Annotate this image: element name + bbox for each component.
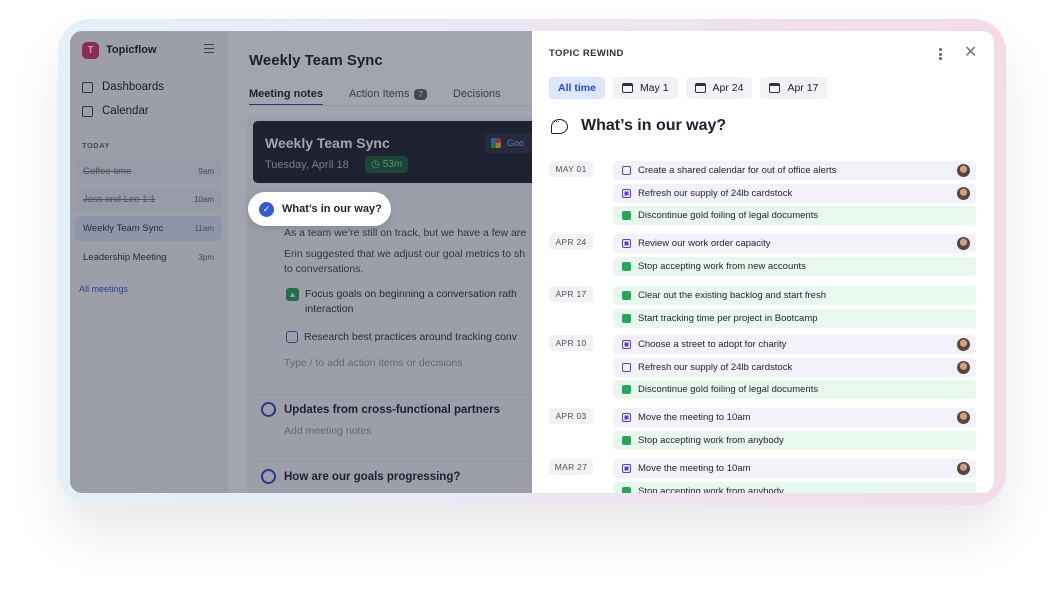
rewind-item-text: Refresh our supply of 24lb cardstock — [638, 361, 793, 373]
thumbs-up-icon — [622, 261, 631, 271]
filter-apr-24[interactable]: Apr 24 — [685, 77, 753, 99]
close-icon[interactable]: ✕ — [964, 45, 977, 61]
action-checkbox-icon[interactable] — [622, 362, 631, 372]
action-checkbox-icon[interactable] — [622, 464, 631, 473]
avatar — [957, 186, 970, 200]
modal-overlay[interactable] — [70, 31, 532, 493]
rewind-action-item[interactable]: Refresh our supply of 24lb cardstock — [613, 357, 976, 377]
rewind-item-text: Refresh our supply of 24lb cardstock — [638, 187, 793, 199]
rewind-action-item[interactable]: Move the meeting to 10am — [613, 408, 976, 427]
check-icon: ✓ — [259, 201, 274, 217]
rewind-decision-item[interactable]: Discontinue gold foiling of legal docume… — [613, 380, 976, 399]
action-checkbox-icon[interactable] — [622, 166, 631, 175]
rewind-action-item[interactable]: Create a shared calendar for out of offi… — [613, 161, 976, 180]
app-window: T Topicflow Dashboards Calendar TODAY Co… — [70, 31, 994, 493]
action-checkbox-icon[interactable] — [622, 239, 631, 248]
rewind-decision-item[interactable]: Discontinue gold foiling of legal docume… — [613, 206, 976, 225]
rewind-item-text: Stop accepting work from new accounts — [638, 260, 806, 272]
calendar-icon — [621, 83, 633, 93]
thumbs-up-icon — [622, 385, 631, 394]
rewind-item-text: Review our work order capacity — [638, 238, 771, 249]
rewind-item-text: Start tracking time per project in Bootc… — [638, 312, 818, 324]
thumbs-up-icon — [622, 486, 631, 493]
rewind-item-text: Move the meeting to 10am — [638, 412, 751, 423]
rewind-action-item[interactable]: Review our work order capacity — [613, 234, 976, 253]
topic-rewind-panel: TOPIC REWIND ✕ All time May 1 Apr 24 Apr… — [532, 31, 994, 493]
rewind-item-text: Choose a street to adopt for charity — [638, 339, 787, 350]
rewind-item-text: Move the meeting to 10am — [638, 463, 751, 474]
filter-all-time[interactable]: All time — [549, 77, 605, 99]
thumbs-up-icon — [622, 435, 631, 445]
rewind-action-item[interactable]: Choose a street to adopt for charity — [613, 335, 976, 354]
question-text: What’s in our way? — [581, 117, 727, 134]
rewind-action-item[interactable]: Move the meeting to 10am — [613, 459, 976, 478]
rewind-item-text: Discontinue gold foiling of legal docume… — [638, 210, 819, 221]
avatar — [957, 237, 970, 250]
date-tag: MAY 01 — [549, 161, 593, 177]
calendar-icon — [769, 83, 781, 93]
date-tag: APR 10 — [549, 335, 593, 351]
filter-may-1[interactable]: May 1 — [612, 77, 678, 99]
rewind-action-item[interactable]: Refresh our supply of 24lb cardstock — [613, 183, 976, 203]
action-checkbox-icon[interactable] — [622, 413, 631, 422]
filter-apr-17[interactable]: Apr 17 — [760, 77, 828, 99]
avatar — [957, 338, 970, 351]
rewind-item-text: Clear out the existing backlog and start… — [638, 290, 826, 301]
rewind-decision-item[interactable]: Stop accepting work from new accounts — [613, 256, 976, 276]
avatar — [957, 164, 970, 177]
selected-topic-pill[interactable]: ✓ What’s in our way? — [248, 192, 391, 226]
more-options-icon[interactable] — [938, 48, 942, 60]
date-tag: MAR 27 — [549, 459, 593, 475]
date-tag: APR 03 — [549, 408, 593, 424]
rewind-decision-item[interactable]: Start tracking time per project in Bootc… — [613, 308, 976, 328]
selected-topic-title: What’s in our way? — [282, 203, 382, 215]
thumbs-up-icon — [622, 313, 631, 323]
calendar-icon — [694, 83, 706, 93]
action-checkbox-icon[interactable] — [622, 340, 631, 349]
rewind-item-text: Create a shared calendar for out of offi… — [638, 165, 837, 176]
avatar — [957, 462, 970, 475]
rewind-decision-item[interactable]: Stop accepting work from anybody — [613, 481, 976, 494]
rewind-item-text: Stop accepting work from anybody — [638, 485, 784, 494]
avatar — [957, 360, 970, 374]
rewind-decision-item[interactable]: Stop accepting work from anybody — [613, 430, 976, 450]
date-tag: APR 17 — [549, 286, 593, 302]
date-tag: APR 24 — [549, 234, 593, 250]
panel-title: TOPIC REWIND — [549, 48, 624, 59]
thumbs-up-icon — [622, 211, 631, 220]
rewind-question: What’s in our way? — [551, 116, 727, 135]
rewind-item-text: Discontinue gold foiling of legal docume… — [638, 384, 819, 395]
action-checkbox-icon[interactable] — [622, 188, 631, 198]
avatar — [957, 411, 970, 424]
thumbs-up-icon — [622, 291, 631, 300]
date-filters: All time May 1 Apr 24 Apr 17 — [549, 77, 828, 99]
rewind-item-text: Stop accepting work from anybody — [638, 434, 784, 446]
rewind-decision-item[interactable]: Clear out the existing backlog and start… — [613, 286, 976, 305]
chat-bubble-icon — [551, 116, 568, 134]
